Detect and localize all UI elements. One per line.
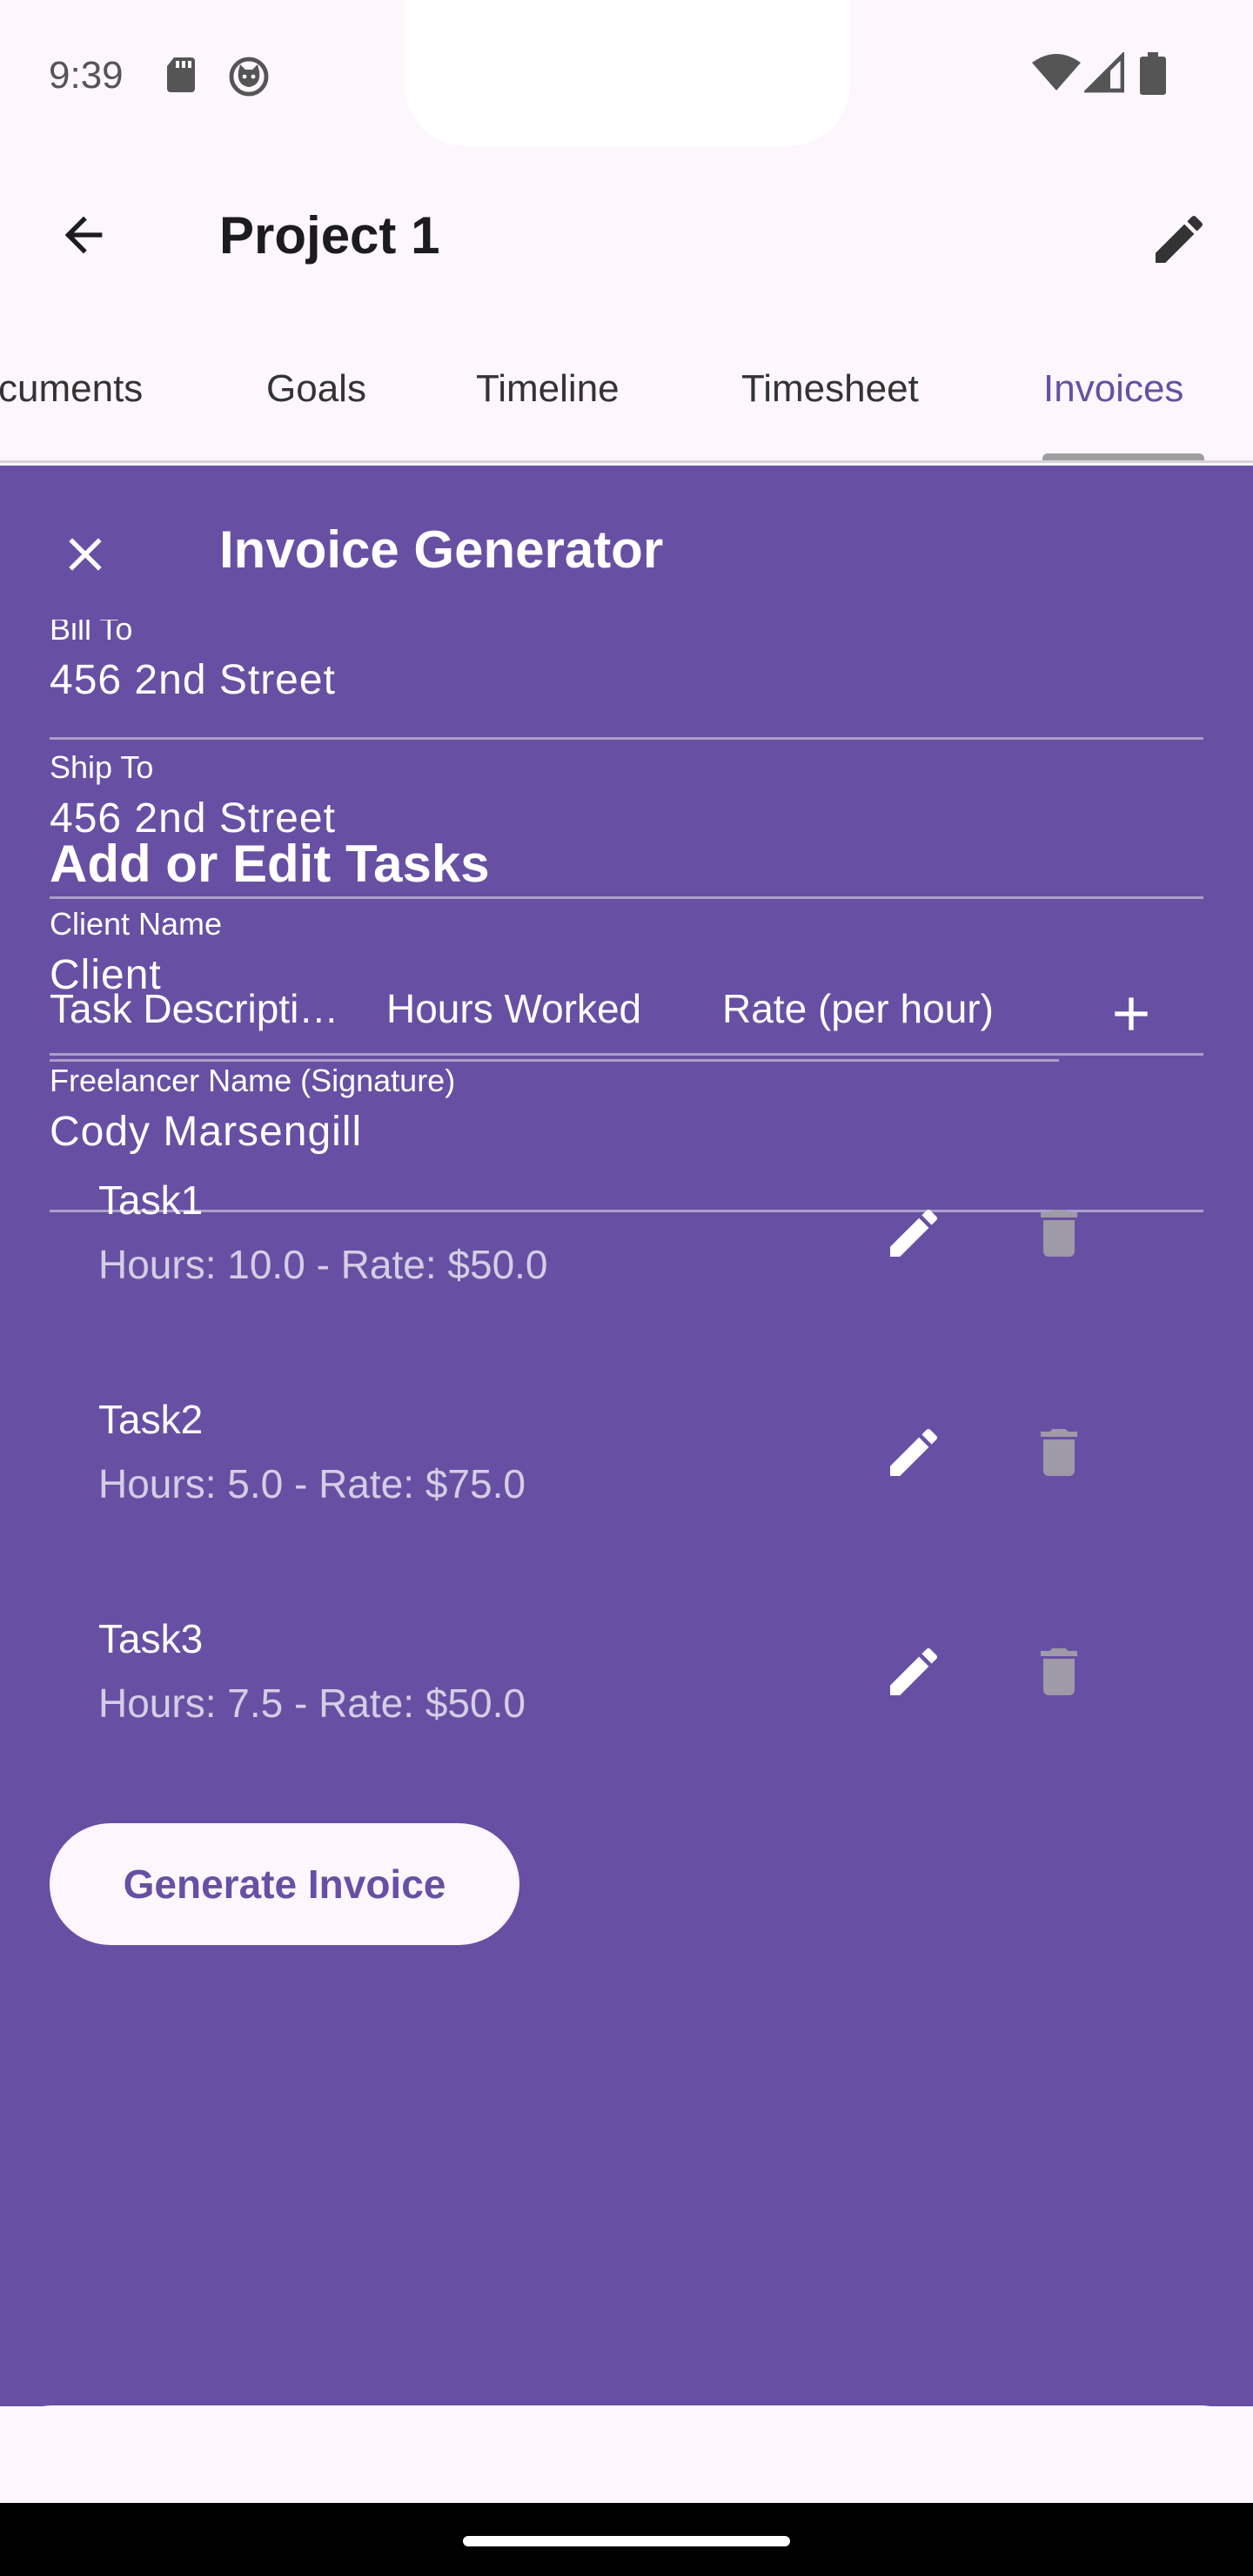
task-description-input[interactable]: Task Descripti…: [50, 985, 376, 1032]
tab-goals[interactable]: Goals: [266, 367, 366, 411]
task-name: Task2: [98, 1397, 204, 1442]
edit-task-button[interactable]: [874, 1633, 953, 1711]
generate-invoice-button[interactable]: Generate Invoice: [50, 1823, 519, 1945]
task-item: Task1 Hours: 10.0 - Rate: $50.0: [0, 1177, 1253, 1394]
task-details: Hours: 10.0 - Rate: $50.0: [98, 1242, 548, 1287]
pencil-icon: [1156, 215, 1203, 263]
tab-documents[interactable]: cuments: [0, 367, 143, 411]
task-name: Task1: [98, 1177, 204, 1223]
trash-icon: [1041, 1648, 1077, 1695]
tab-invoices[interactable]: Invoices: [1043, 367, 1183, 411]
home-indicator[interactable]: [463, 2536, 790, 2546]
sd-card-icon: [164, 56, 198, 98]
delete-task-button[interactable]: [1020, 1194, 1098, 1272]
pencil-icon: [890, 1428, 938, 1476]
panel-title: Invoice Generator: [219, 520, 664, 579]
freelancer-name-label: Freelancer Name (Signature): [50, 1063, 456, 1098]
close-icon: [69, 538, 102, 571]
task-name: Task3: [98, 1616, 204, 1661]
bottom-sheet: [0, 2405, 1253, 2506]
close-button[interactable]: [49, 518, 122, 591]
active-tab-indicator: [1042, 453, 1204, 460]
delete-task-button[interactable]: [1020, 1413, 1098, 1492]
pencil-icon: [890, 1647, 938, 1695]
plus-icon: [1115, 997, 1148, 1030]
tab-timeline[interactable]: Timeline: [476, 367, 620, 411]
wifi-icon: [1032, 52, 1081, 98]
panel-header: Invoice Generator: [0, 466, 1253, 631]
trash-icon: [1041, 1429, 1077, 1476]
camera-notch: [405, 0, 850, 146]
status-bar: 9:39: [0, 0, 1253, 148]
cat-face-icon: [228, 56, 270, 102]
task-details: Hours: 5.0 - Rate: $75.0: [98, 1461, 526, 1506]
delete-task-button[interactable]: [1020, 1633, 1098, 1711]
system-navigation-bar: [0, 2503, 1253, 2576]
status-time: 9:39: [49, 54, 124, 97]
client-name-label: Client Name: [50, 906, 223, 942]
battery-icon: [1140, 52, 1166, 100]
bill-to-field[interactable]: Bill To 456 2nd Street: [50, 620, 1203, 740]
hours-worked-input[interactable]: Hours Worked: [386, 985, 717, 1032]
page-title: Project 1: [219, 206, 440, 265]
add-task-button[interactable]: [1092, 975, 1170, 1053]
trash-icon: [1041, 1210, 1077, 1257]
invoice-generator-panel: Invoice Generator Bill To 456 2nd Street…: [0, 466, 1253, 2406]
edit-project-button[interactable]: [1140, 200, 1218, 278]
pencil-icon: [890, 1209, 938, 1257]
app-bar: Project 1: [0, 148, 1253, 322]
bill-to-value: 456 2nd Street: [50, 657, 336, 703]
task-details: Hours: 7.5 - Rate: $50.0: [98, 1680, 526, 1726]
tab-timesheet[interactable]: Timesheet: [741, 367, 919, 411]
freelancer-name-value: Cody Marsengill: [50, 1109, 363, 1155]
task-item: Task3 Hours: 7.5 - Rate: $50.0: [0, 1615, 1253, 1833]
edit-task-button[interactable]: [874, 1194, 953, 1272]
cellular-signal-icon: [1082, 50, 1125, 98]
bill-to-label: Bill To: [50, 620, 133, 647]
edit-task-button[interactable]: [874, 1413, 953, 1492]
back-button[interactable]: [49, 200, 118, 270]
tab-bar: cuments Goals Timeline Timesheet Invoice…: [0, 322, 1253, 463]
task-input-row: Task Descripti… Hours Worked Rate (per h…: [50, 940, 1059, 1062]
tasks-section-title: Add or Edit Tasks: [50, 835, 490, 893]
ship-to-label: Ship To: [50, 749, 154, 785]
task-item: Task2 Hours: 5.0 - Rate: $75.0: [0, 1396, 1253, 1613]
rate-per-hour-input[interactable]: Rate (per hour): [722, 985, 1053, 1032]
arrow-back-icon: [64, 216, 103, 254]
